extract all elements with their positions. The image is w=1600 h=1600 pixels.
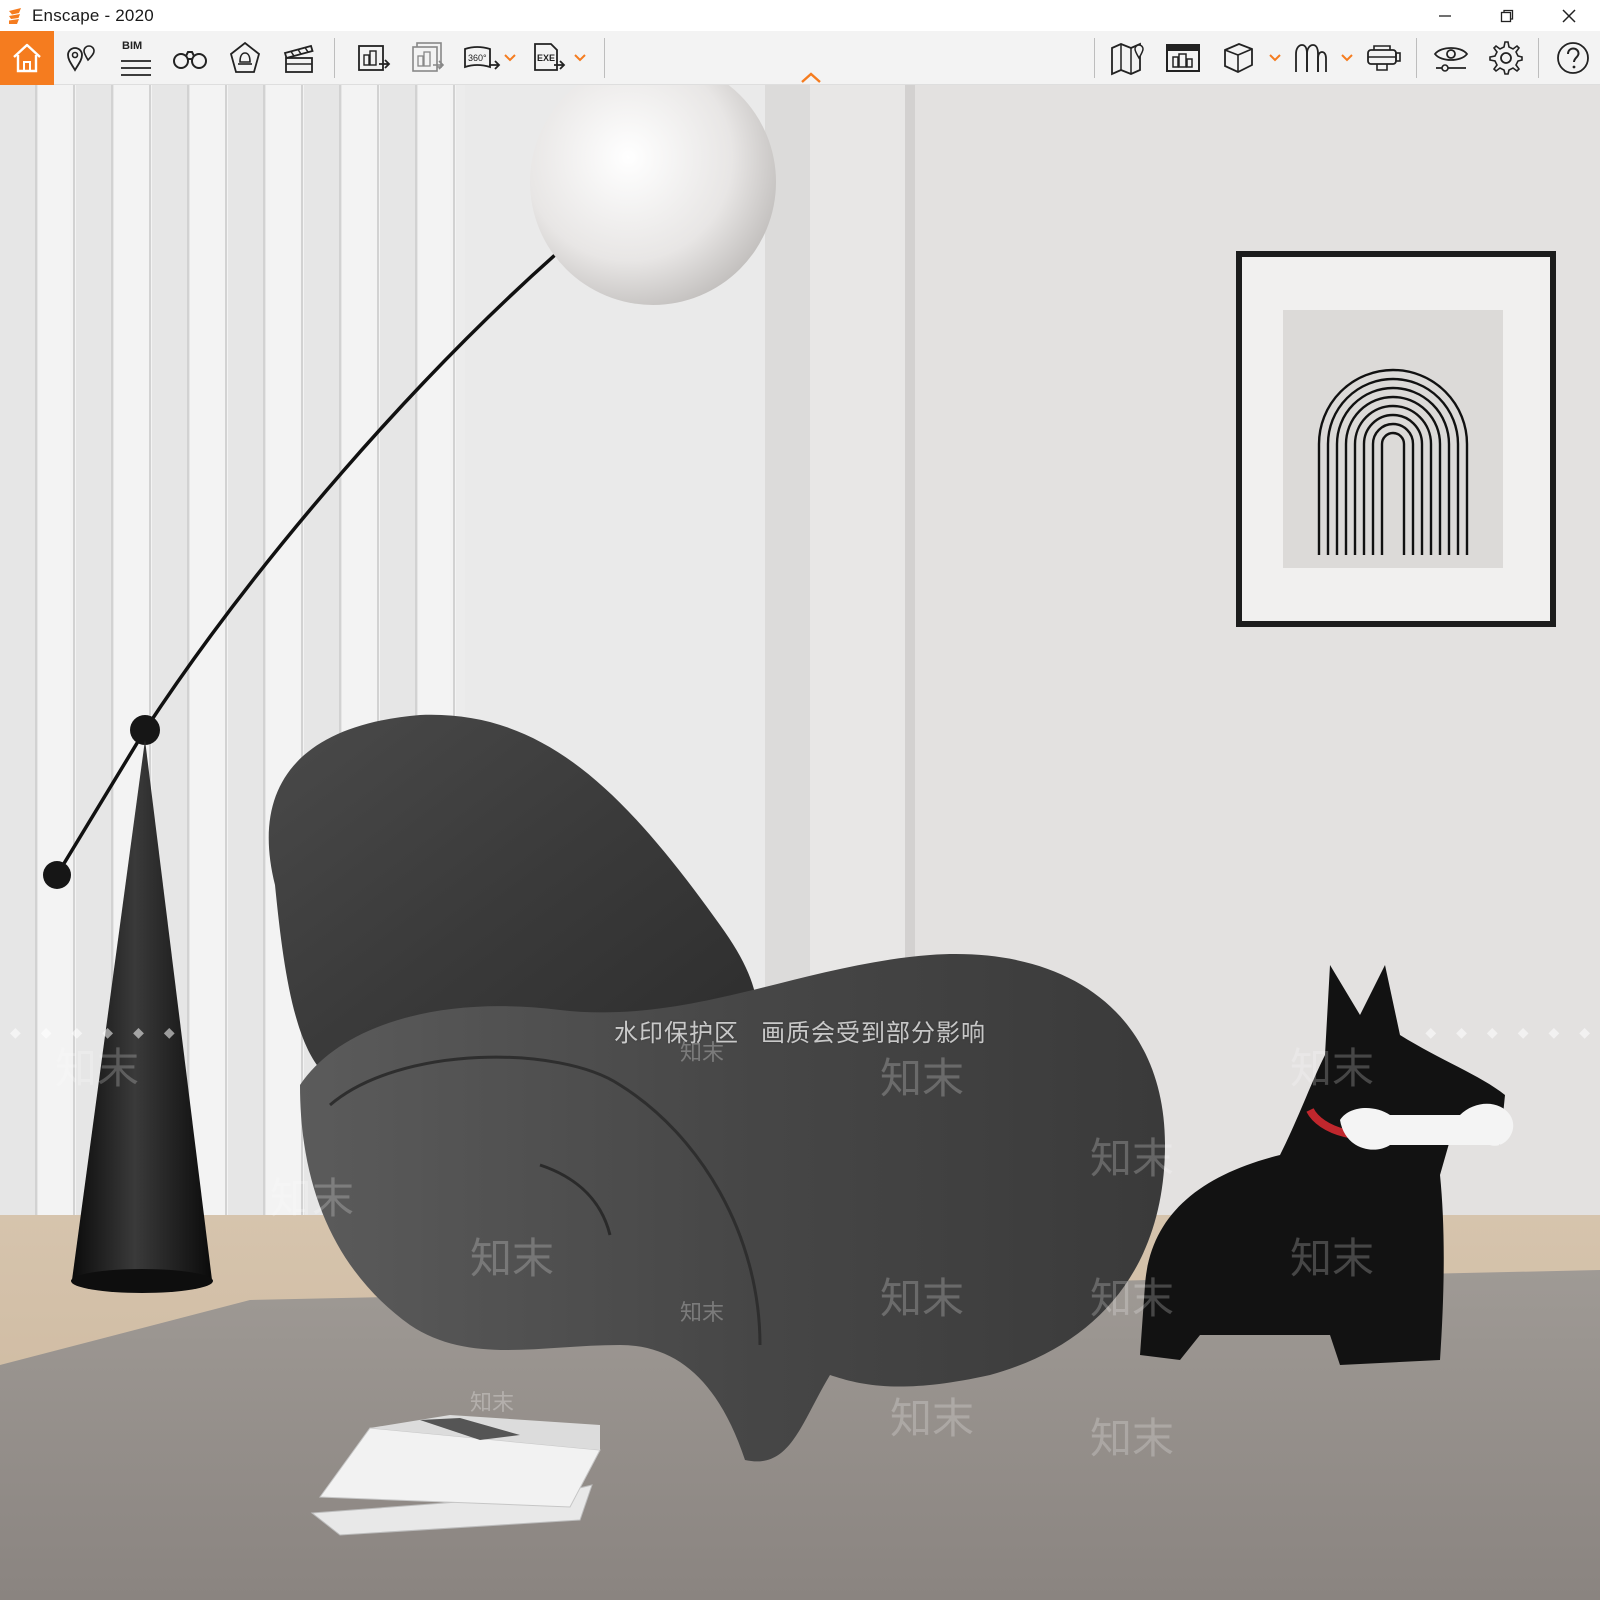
enscape-window: Enscape - 2020 BIM 360° EXE ◆◆◆◆◆◆ 水印保护区… (0, 0, 1600, 1600)
watermark-diamonds-right: ◆◆◆◆◆◆ (1425, 1024, 1600, 1040)
map-icon (1111, 42, 1144, 76)
window-controls (1414, 0, 1600, 31)
bim-label: BIM (122, 40, 143, 52)
blind-slat (38, 85, 76, 1285)
toolbar-separator (334, 38, 335, 78)
bim-icon (121, 60, 151, 76)
binoculars-button[interactable] (163, 31, 217, 85)
binoculars-icon (173, 51, 207, 69)
help-button[interactable] (1546, 31, 1600, 85)
asset-cube-icon (1224, 43, 1253, 73)
screenshot-export-button[interactable] (347, 31, 401, 85)
help-icon (1557, 42, 1589, 74)
chevron-down-icon (504, 54, 516, 62)
gear-icon (1489, 41, 1523, 75)
watermark-tile: 知末 (470, 1234, 555, 1283)
collapse-toolbar-caret[interactable] (799, 71, 823, 85)
watermark-tile: 知末 (55, 1044, 140, 1093)
light-view-button[interactable] (218, 31, 272, 85)
vr-headset-button[interactable] (1357, 31, 1411, 85)
watermark-tile: 知末 (470, 1391, 515, 1416)
watermark-tile: 知末 (270, 1174, 355, 1223)
chevron-down-icon (574, 54, 586, 62)
watermark-tile: 知末 (1090, 1274, 1175, 1323)
blind-slat (228, 85, 266, 1285)
exe-label: EXE (537, 53, 555, 63)
clapperboard-icon (283, 44, 314, 73)
panorama-export-button[interactable]: 360° (455, 31, 509, 85)
video-editor-button[interactable] (272, 31, 326, 85)
toolbar-separator (1416, 38, 1417, 78)
title-bar: Enscape - 2020 (0, 0, 1600, 31)
blind-slat (0, 85, 38, 1285)
watermark-tile: 知末 (880, 1054, 965, 1103)
restore-button[interactable] (1476, 0, 1538, 31)
render-viewport[interactable]: ◆◆◆◆◆◆ 水印保护区 画质会受到部分影响 ◆◆◆◆◆◆ 知末 知末 知末 知末 知末… (0, 85, 1600, 1600)
minimize-button[interactable] (1414, 0, 1476, 31)
home-icon (13, 43, 41, 73)
close-button[interactable] (1538, 0, 1600, 31)
framed-art (1236, 251, 1556, 627)
watermark-tile: 知末 (1090, 1134, 1175, 1183)
blind-slat (266, 85, 304, 1285)
location-pins-icon (67, 45, 95, 72)
watermark-tile: 知末 (680, 1041, 725, 1066)
material-icon (1295, 44, 1327, 72)
home-button[interactable] (0, 31, 54, 85)
watermark-tile: 知末 (1290, 1234, 1375, 1283)
exe-export-button[interactable]: EXE (522, 31, 576, 85)
pano-label: 360° (468, 53, 487, 63)
building-view-button[interactable] (1156, 31, 1210, 85)
chevron-down-icon (1269, 54, 1281, 62)
light-view-icon (229, 41, 261, 73)
enscape-logo-icon (4, 5, 26, 27)
toolbar-separator (1538, 38, 1539, 78)
watermark-tile: 知末 (880, 1274, 965, 1323)
screenshot-export-icon (358, 45, 391, 71)
main-toolbar: BIM 360° EXE (0, 31, 1600, 85)
bim-button[interactable]: BIM (109, 31, 163, 85)
asset-dropdown-caret[interactable] (1268, 49, 1282, 67)
chevron-down-icon (1341, 54, 1353, 62)
exe-dropdown-caret[interactable] (573, 49, 587, 67)
material-editor-button[interactable] (1284, 31, 1338, 85)
watermark-tile: 知末 (1090, 1414, 1175, 1463)
map-button[interactable] (1101, 31, 1155, 85)
batch-export-icon (412, 42, 445, 72)
exe-export-icon: EXE (534, 43, 566, 71)
vr-headset-icon (1367, 45, 1401, 71)
toolbar-separator (604, 38, 605, 78)
settings-button[interactable] (1479, 31, 1533, 85)
watermark-tile: 知末 (890, 1394, 975, 1443)
batch-export-button[interactable] (401, 31, 455, 85)
location-pins-button[interactable] (55, 31, 109, 85)
toolbar-separator (1094, 38, 1095, 78)
watermark-tile: 知末 (1290, 1044, 1375, 1093)
render-scene (0, 85, 1600, 1600)
window-title: Enscape - 2020 (32, 5, 154, 25)
building-view-icon (1166, 44, 1200, 72)
watermark-tile: 知末 (680, 1301, 725, 1326)
asset-library-button[interactable] (1211, 31, 1265, 85)
visual-settings-button[interactable] (1424, 31, 1478, 85)
panorama-dropdown-caret[interactable] (503, 49, 517, 67)
visual-settings-icon (1433, 47, 1469, 72)
chevron-up-icon (801, 72, 821, 83)
material-dropdown-caret[interactable] (1340, 49, 1354, 67)
watermark-text-right: 画质会受到部分影响 (761, 1019, 986, 1047)
panorama-360-icon: 360° (464, 46, 501, 70)
blind-slat (190, 85, 228, 1285)
